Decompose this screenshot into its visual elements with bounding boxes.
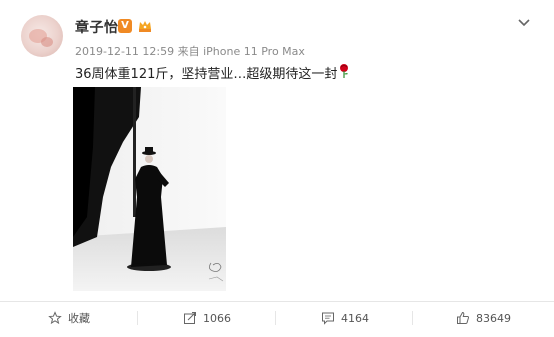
avatar-detail xyxy=(41,37,53,47)
avatar[interactable] xyxy=(21,15,63,57)
verified-badge-icon: V xyxy=(118,19,132,33)
repost-count: 1066 xyxy=(203,311,231,325)
repost-button[interactable]: 1066 xyxy=(183,308,231,328)
chevron-down-icon[interactable] xyxy=(517,15,531,29)
like-count: 83649 xyxy=(476,311,511,325)
action-separator xyxy=(137,311,138,325)
action-separator xyxy=(275,311,276,325)
repost-icon xyxy=(184,312,196,324)
post-text: 36周体重121斤，坚持营业…超级期待这一封 xyxy=(75,67,338,82)
weibo-post-card: 章子怡 V 2019-12-11 12:59 来自 iPhone 11 Pro … xyxy=(0,0,554,337)
photo-image xyxy=(73,87,226,291)
action-divider xyxy=(0,301,554,302)
post-meta: 2019-12-11 12:59 来自 iPhone 11 Pro Max xyxy=(75,45,305,58)
like-button[interactable]: 83649 xyxy=(456,308,511,328)
username[interactable]: 章子怡 xyxy=(75,17,119,37)
comment-icon xyxy=(322,312,334,325)
action-separator xyxy=(412,311,413,325)
favorite-label: 收藏 xyxy=(68,312,90,325)
star-icon xyxy=(48,311,62,325)
thumbs-up-icon xyxy=(457,311,470,324)
rose-icon xyxy=(340,64,348,78)
comment-count: 4164 xyxy=(341,311,369,325)
vip-crown-icon xyxy=(139,21,151,32)
comment-button[interactable]: 4164 xyxy=(321,308,369,328)
favorite-button[interactable]: 收藏 xyxy=(48,308,90,328)
post-photo[interactable] xyxy=(73,87,226,291)
